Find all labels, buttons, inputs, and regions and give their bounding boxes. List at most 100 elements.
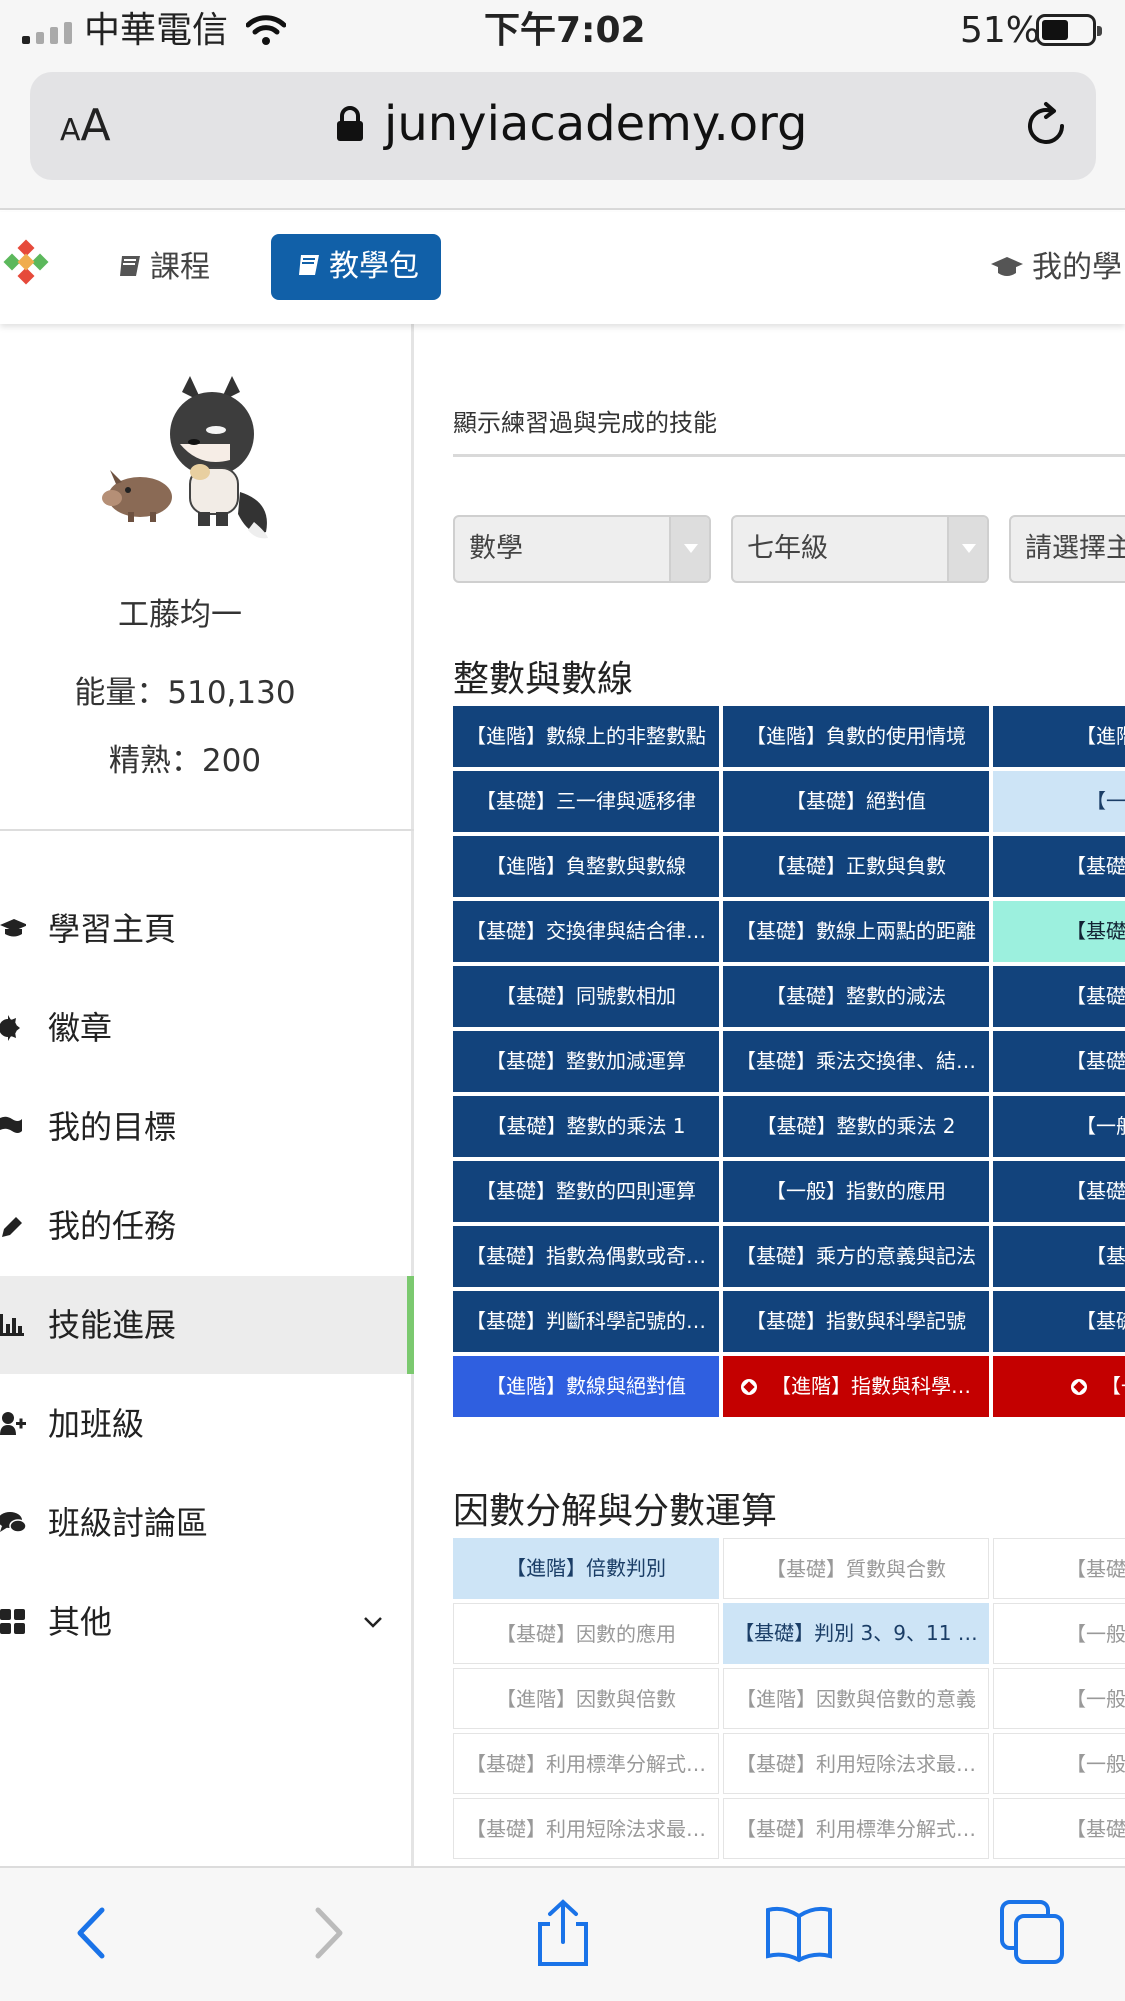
skill-tile-label: 【進階】因數與倍數	[496, 1687, 676, 1711]
back-icon[interactable]	[58, 1898, 128, 1968]
grade-select[interactable]: 七年級	[731, 515, 989, 583]
skill-tile[interactable]: 【基礎】質數與合數	[723, 1538, 989, 1599]
sidebar-item-skill-progress[interactable]: 技能進展	[0, 1276, 414, 1374]
skill-tile[interactable]: 【基礎】整數的乘法 1	[453, 1096, 719, 1157]
sidebar-item-label: 加班級	[48, 1405, 145, 1443]
skill-tile-label: 【進階】數線與絕對值	[486, 1374, 686, 1398]
rocket-icon	[1071, 1379, 1087, 1395]
skill-tile[interactable]: 【一般】	[993, 771, 1125, 832]
skill-tile-label: 【基礎】公因	[1066, 1817, 1125, 1841]
skill-tile[interactable]: 【基礎】去括	[993, 901, 1125, 962]
skill-tile[interactable]: 【一般】指數的應用	[723, 1161, 989, 1222]
junyi-logo[interactable]	[0, 238, 56, 294]
skill-tile[interactable]: 【進階】因數與倍數	[453, 1668, 719, 1729]
skill-tile[interactable]: 【基礎】利用標準分解式…	[723, 1798, 989, 1859]
skill-tile[interactable]: 【基礎】利用短除法求最…	[453, 1798, 719, 1859]
cellular-signal-icon	[22, 22, 72, 44]
skill-tile-label: 【基礎】乘方的意義與記法	[736, 1244, 976, 1268]
skill-tile-label: 【基礎】質因	[1066, 1557, 1125, 1581]
sidebar-item-my-goals[interactable]: 我的目標	[0, 1078, 414, 1176]
skill-tile-label: 【進階】指數與科學…	[771, 1374, 971, 1398]
sidebar-item-join-class[interactable]: 加班級	[0, 1375, 414, 1473]
status-bar: 中華電信 下午7:02 51%	[0, 0, 1125, 62]
nav-teaching-pack[interactable]: 教學包	[271, 234, 441, 300]
skill-tile[interactable]: 【基礎】絕對值	[723, 771, 989, 832]
skill-tile[interactable]: 【基礎】乘方的意義與記法	[723, 1226, 989, 1287]
skill-tile[interactable]: 【一般】最小	[993, 1733, 1125, 1794]
skill-tile[interactable]: 【基礎】科學	[993, 1161, 1125, 1222]
skill-tile[interactable]: 【進階】指數與科學…	[723, 1356, 989, 1417]
address-bar[interactable]: AA junyiacademy.org	[30, 72, 1096, 180]
skill-tile-label: 【基礎】去括	[1066, 919, 1125, 943]
skill-tile[interactable]: 【進階】倍數判別	[453, 1538, 719, 1599]
skill-tile[interactable]: 【進階】數線上的非整數點	[453, 706, 719, 767]
skill-tile[interactable]: 【一般】整	[993, 1096, 1125, 1157]
reload-icon[interactable]	[1020, 100, 1072, 152]
dropdown-arrow-icon	[669, 517, 709, 581]
sidebar: 工藤均一 能量：510,130 精熟：200 學習主頁 徽章 我的目標 我的任務…	[0, 324, 414, 1866]
skill-tile[interactable]: 【基礎】	[993, 1226, 1125, 1287]
skill-tile-label: 【一般】指數的應用	[766, 1179, 946, 1203]
skill-tile[interactable]: 【一般】質因	[993, 1603, 1125, 1664]
skill-tile[interactable]: 【一般】	[993, 1356, 1125, 1417]
skill-tile[interactable]: 【基礎】利用短除法求最…	[723, 1733, 989, 1794]
skill-tile[interactable]: 【進階】因數與倍數的意義	[723, 1668, 989, 1729]
chevron-down-icon[interactable]	[362, 1611, 384, 1633]
skill-tile-label: 【基礎】因數的應用	[496, 1622, 676, 1646]
show-practiced-toggle[interactable]: 顯示練習過與完成的技能	[453, 406, 717, 440]
skill-tile[interactable]: 【基礎】含絕	[993, 966, 1125, 1027]
skill-tile[interactable]: 【基礎】正數與負數	[723, 836, 989, 897]
skill-tile[interactable]: 【基礎】判別 3、9、11 …	[723, 1603, 989, 1664]
skill-tile[interactable]: 【基礎】乘法交換律、結…	[723, 1031, 989, 1092]
tabs-icon[interactable]	[998, 1898, 1068, 1968]
skill-tile[interactable]: 【進階】數線與絕對值	[453, 1356, 719, 1417]
skill-tile-label: 【基礎】判斷科學記號的…	[466, 1309, 706, 1333]
bookmarks-icon[interactable]	[764, 1898, 834, 1968]
skill-tile[interactable]: 【基礎】數	[993, 1291, 1125, 1352]
skill-tile[interactable]: 【基礎】整數加減運算	[453, 1031, 719, 1092]
skill-tile[interactable]: 【進階】負整數與數線	[453, 836, 719, 897]
skill-tile[interactable]: 【基礎】判斷科學記號的…	[453, 1291, 719, 1352]
text-size-button[interactable]: AA	[60, 100, 111, 157]
skill-tile[interactable]: 【基礎】公因	[993, 1798, 1125, 1859]
skill-tile-label: 【進階】數線上的非整數點	[466, 724, 706, 748]
skill-tile[interactable]: 【進階】數	[993, 706, 1125, 767]
sidebar-item-badges[interactable]: 徽章	[0, 979, 414, 1077]
skill-tile-label: 【基礎】質數與合數	[766, 1557, 946, 1581]
skill-tile[interactable]: 【基礎】因數的應用	[453, 1603, 719, 1664]
skill-tile[interactable]: 【基礎】整數的四則運算	[453, 1161, 719, 1222]
skill-tile-label: 【基礎】利用標準分解式…	[466, 1752, 706, 1776]
lock-icon	[337, 106, 363, 141]
skill-tile[interactable]: 【基礎】數線上兩點的距離	[723, 901, 989, 962]
skill-tile[interactable]: 【基礎】三一律與遞移律	[453, 771, 719, 832]
sidebar-item-label: 我的目標	[48, 1108, 177, 1146]
skill-tile-label: 【進階】因數與倍數的意義	[736, 1687, 976, 1711]
comments-icon	[0, 1512, 26, 1533]
wifi-icon	[246, 15, 286, 45]
skill-tile[interactable]: 【基礎】指數為偶數或奇…	[453, 1226, 719, 1287]
subject-select[interactable]: 數學	[453, 515, 711, 583]
nav-my-learning[interactable]: 我的學	[990, 248, 1122, 288]
nav-courses[interactable]: 課程	[118, 248, 210, 288]
skill-tile[interactable]: 【進階】負數的使用情境	[723, 706, 989, 767]
sidebar-item-label: 班級討論區	[48, 1504, 209, 1542]
url-text[interactable]: junyiacademy.org	[384, 94, 807, 154]
skill-tile[interactable]: 【基礎】質因	[993, 1538, 1125, 1599]
topic-select[interactable]: 請選擇主	[1009, 515, 1125, 583]
skill-tile[interactable]: 【一般】最大	[993, 1668, 1125, 1729]
forward-icon[interactable]	[292, 1898, 362, 1968]
sidebar-item-class-forum[interactable]: 班級討論區	[0, 1474, 414, 1572]
skill-tile[interactable]: 【基礎】整數的減法	[723, 966, 989, 1027]
sidebar-item-other[interactable]: 其他	[0, 1573, 414, 1671]
subject-select-value: 數學	[469, 533, 523, 564]
sidebar-item-learning-home[interactable]: 學習主頁	[0, 880, 414, 978]
skill-tile[interactable]: 【基礎】交換律與結合律…	[453, 901, 719, 962]
share-icon[interactable]	[528, 1898, 598, 1968]
skill-tile[interactable]: 【基礎】指數與科學記號	[723, 1291, 989, 1352]
skill-tile[interactable]: 【基礎】利用標準分解式…	[453, 1733, 719, 1794]
sidebar-item-my-missions[interactable]: 我的任務	[0, 1177, 414, 1275]
skill-tile[interactable]: 【基礎】數的	[993, 836, 1125, 897]
skill-tile[interactable]: 【基礎】同號數相加	[453, 966, 719, 1027]
skill-tile[interactable]: 【基礎】乘法	[993, 1031, 1125, 1092]
skill-tile[interactable]: 【基礎】整數的乘法 2	[723, 1096, 989, 1157]
